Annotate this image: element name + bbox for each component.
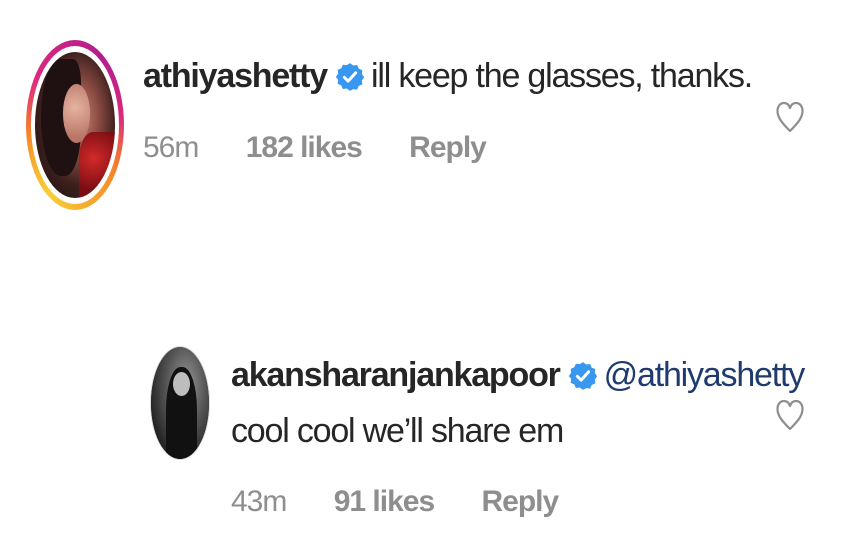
reply-button[interactable]: Reply [481,485,559,518]
comment-meta: 56m 182 likes Reply [143,131,487,165]
comment-text: cool cool we’ll share em [231,412,564,450]
mention-link[interactable]: @athiyashetty [604,356,806,394]
comment-time[interactable]: 43m [231,485,287,518]
avatar-red-detail [79,132,115,198]
comment-line: akansharanjankapoor @athiyashetty [231,356,806,395]
comment-likes[interactable]: 182 likes [246,131,363,164]
comment-line: athiyashetty ill keep the glasses, thank… [143,57,753,96]
comment-username[interactable]: akansharanjankapoor [231,356,561,394]
comment-time[interactable]: 56m [143,131,199,164]
reply-button[interactable]: Reply [409,131,487,164]
avatar [35,52,115,198]
avatar-story-ring[interactable] [26,40,124,210]
comment-text: ill keep the glasses, thanks. [371,57,753,95]
comment-text-line: cool cool we’ll share em [231,412,564,451]
heart-outline-icon[interactable] [775,398,805,432]
comment-meta: 43m 91 likes Reply [231,485,559,519]
avatar[interactable] [150,346,210,460]
verified-badge-icon [568,362,597,390]
heart-outline-icon[interactable] [775,100,805,134]
verified-badge-icon [335,63,365,91]
comment-username[interactable]: athiyashetty [143,57,328,95]
comment-likes[interactable]: 91 likes [334,485,435,518]
